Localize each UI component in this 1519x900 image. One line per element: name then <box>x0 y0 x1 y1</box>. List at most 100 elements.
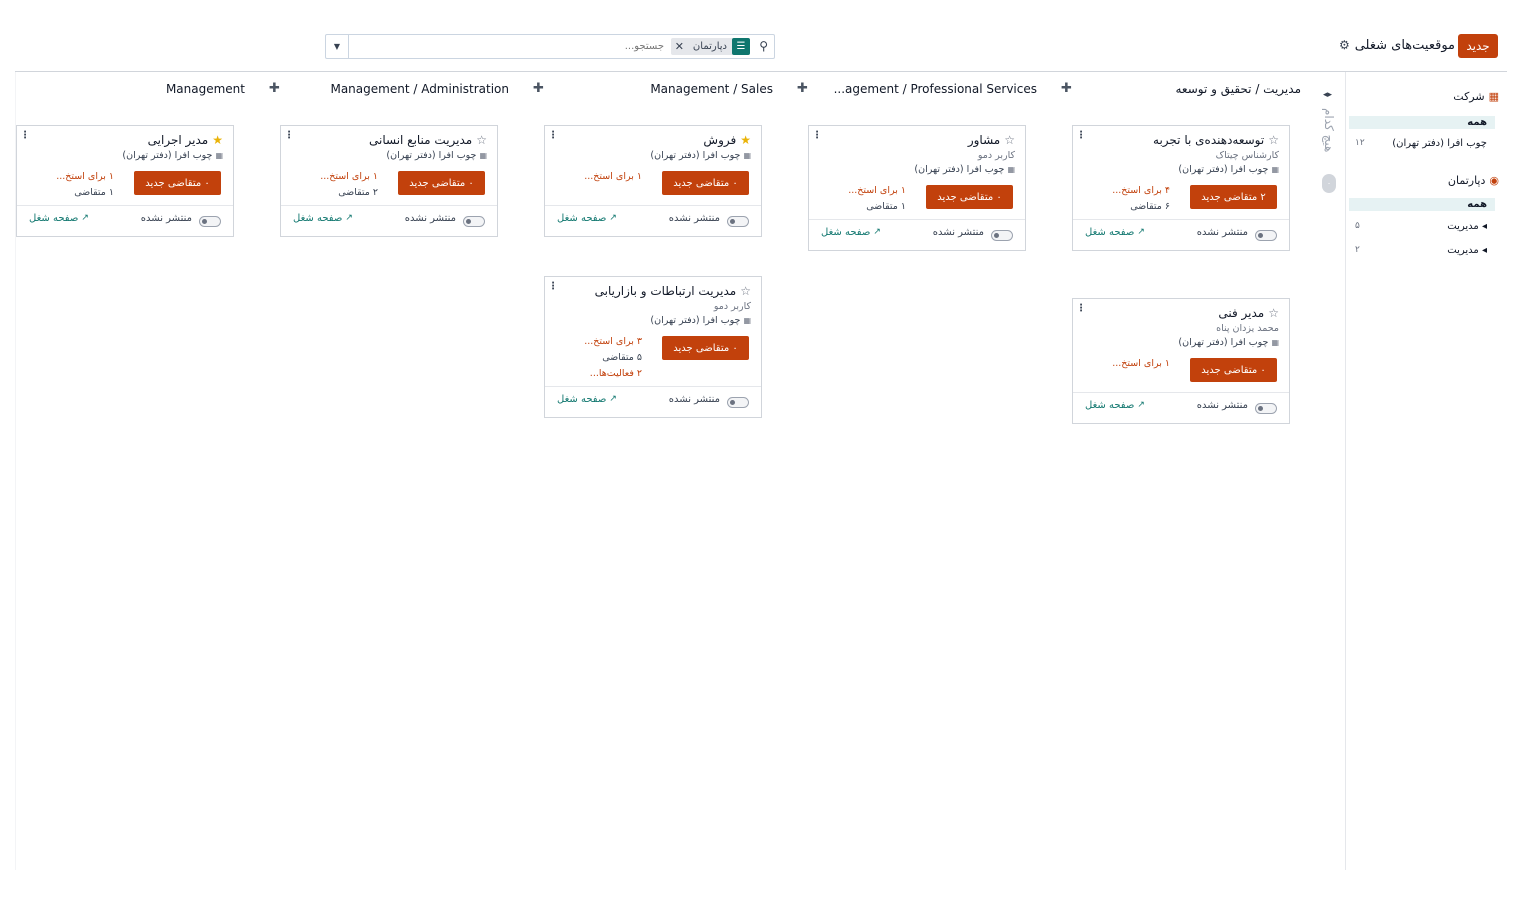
job-card[interactable]: ⋮ ☆ مدیریت منابع انسانی ▦ چوب افرا (دفتر ت… <box>280 125 498 237</box>
job-company: چوب افرا (دفتر تهران) <box>122 150 213 161</box>
caret-left-icon[interactable]: ◂ <box>1482 245 1487 256</box>
to-recruit-link[interactable]: ۱ برای استخ... <box>821 183 906 199</box>
sidebar-item-count: ۵ <box>1355 221 1360 231</box>
building-icon: ▦ <box>743 316 751 325</box>
sidebar-department-all[interactable]: همه <box>1349 198 1495 211</box>
external-link-icon: ↗ <box>873 227 881 237</box>
new-applicants-button[interactable]: ۰ متقاضی جدید <box>926 185 1013 209</box>
applicants-link[interactable]: ۱ متقاضی <box>821 199 906 215</box>
applicants-link[interactable]: ۱ متقاضی <box>29 185 114 201</box>
search-icon[interactable]: ⚲ <box>759 39 768 53</box>
sidebar-divider <box>1345 72 1346 870</box>
job-page-link[interactable]: ↗ صفحه شغل <box>557 213 617 224</box>
column-title: ...agement / Professional Services <box>833 82 1037 96</box>
publish-toggle[interactable] <box>1255 403 1277 414</box>
job-page-link[interactable]: ↗ صفحه شغل <box>557 394 617 405</box>
add-icon[interactable]: ✚ <box>1061 81 1072 96</box>
star-icon[interactable]: ☆ <box>1268 306 1279 320</box>
job-page-link[interactable]: ↗ صفحه شغل <box>1085 227 1145 238</box>
job-card[interactable]: ⋮ ★ مدیر اجرایی ▦ چوب افرا (دفتر تهران) ۰ … <box>16 125 234 237</box>
applicants-link[interactable]: ۲ متقاضی <box>293 185 378 201</box>
to-recruit-link[interactable]: ۱ برای استخ... <box>1085 356 1170 372</box>
sidebar-company-item[interactable]: چوب افرا (دفتر تهران) ۱۲ <box>1349 138 1495 152</box>
sidebar-department-item[interactable]: ◂ مدیریت ۵ <box>1349 221 1495 235</box>
job-card[interactable]: ⋮ ☆ مشاور کاربر دمو ▦ چوب افرا (دفتر تهران… <box>808 125 1026 251</box>
job-recruiter: کاربر دمو <box>977 150 1015 161</box>
app-root: جدید موقعیت‌های شغلی ⚙ ▼ ✕ دپارتمان ☰ ⚲ … <box>0 0 1519 900</box>
new-applicants-button[interactable]: ۰ متقاضی جدید <box>398 171 485 195</box>
sidebar-item-label: ◂ مدیریت <box>1447 245 1487 256</box>
new-applicants-button[interactable]: ۰ متقاضی جدید <box>662 336 749 360</box>
expand-column-icon[interactable]: ◂▸ <box>1323 90 1332 100</box>
folded-column-title[interactable]: هیچ کدام <box>1322 108 1336 152</box>
job-page-link[interactable]: ↗ صفحه شغل <box>1085 400 1145 411</box>
building-icon: ▦ <box>1271 338 1279 347</box>
publish-toggle[interactable] <box>199 216 221 227</box>
publish-toggle[interactable] <box>991 230 1013 241</box>
job-company: چوب افرا (دفتر تهران) <box>386 150 477 161</box>
sidebar-company-all[interactable]: همه <box>1349 116 1495 129</box>
publish-toggle[interactable] <box>727 216 749 227</box>
to-recruit-link[interactable]: ۳ برای استخ... <box>557 334 642 350</box>
search-input[interactable] <box>464 38 664 55</box>
star-filled-icon[interactable]: ★ <box>212 133 223 147</box>
job-card[interactable]: ⋮ ☆ مدیر فنی محمد یزدان پناه ▦ چوب افرا (د… <box>1072 298 1290 424</box>
new-applicants-button[interactable]: ۰ متقاضی جدید <box>1190 358 1277 382</box>
job-page-link[interactable]: ↗ صفحه شغل <box>821 227 881 238</box>
to-recruit-link[interactable]: ۱ برای استخ... <box>557 169 642 185</box>
publish-toggle[interactable] <box>1255 230 1277 241</box>
publish-toggle[interactable] <box>463 216 485 227</box>
external-link-icon: ↗ <box>81 213 89 223</box>
job-card[interactable]: ⋮ ☆ توسعه‌دهنده‌ی با تجربه کارشناس چیتاک … <box>1072 125 1290 251</box>
building-icon: ▦ <box>479 151 487 160</box>
star-icon[interactable]: ☆ <box>740 284 751 298</box>
job-company: چوب افرا (دفتر تهران) <box>1178 337 1269 348</box>
job-title: مدیریت منابع انسانی <box>368 133 473 147</box>
caret-left-icon[interactable]: ◂ <box>1482 221 1487 232</box>
users-icon: ◉ <box>1489 174 1499 187</box>
sidebar-department-item[interactable]: ◂ مدیریت ۲ <box>1349 245 1495 259</box>
building-icon: ▦ <box>1271 165 1279 174</box>
publish-toggle[interactable] <box>727 397 749 408</box>
gear-icon[interactable]: ⚙ <box>1339 38 1350 52</box>
search-bar: ▼ ✕ دپارتمان ☰ ⚲ <box>325 34 775 59</box>
add-icon[interactable]: ✚ <box>533 81 544 96</box>
sidebar-department-heading: ◉ دپارتمان <box>1448 174 1499 187</box>
star-filled-icon[interactable]: ★ <box>740 133 751 147</box>
to-recruit-link[interactable]: ۱ برای استخ... <box>293 169 378 185</box>
sidebar-item-count: ۱۲ <box>1355 138 1365 148</box>
column-title: Management <box>165 82 245 96</box>
job-page-link[interactable]: ↗ صفحه شغل <box>29 213 89 224</box>
applicants-link[interactable]: ۵ متقاضی <box>557 350 642 366</box>
add-icon[interactable]: ✚ <box>269 81 280 96</box>
new-applicants-button[interactable]: ۲ متقاضی جدید <box>1190 185 1277 209</box>
job-page-link[interactable]: ↗ صفحه شغل <box>293 213 353 224</box>
publish-status: منتشر نشده <box>668 213 720 224</box>
publish-status: منتشر نشده <box>140 213 192 224</box>
job-title: مدیر فنی <box>1218 306 1265 320</box>
new-applicants-button[interactable]: ۰ متقاضی جدید <box>134 171 221 195</box>
building-icon: ▦ <box>215 151 223 160</box>
new-applicants-button[interactable]: ۰ متقاضی جدید <box>662 171 749 195</box>
external-link-icon: ↗ <box>1137 227 1145 237</box>
external-link-icon: ↗ <box>1137 400 1145 410</box>
page-title: موقعیت‌های شغلی <box>1354 38 1455 53</box>
new-button[interactable]: جدید <box>1458 34 1498 58</box>
star-icon[interactable]: ☆ <box>1004 133 1015 147</box>
add-icon[interactable]: ✚ <box>797 81 808 96</box>
publish-status: منتشر نشده <box>668 394 720 405</box>
building-icon: ▦ <box>1488 90 1499 103</box>
bottom-area <box>0 870 1519 900</box>
job-card[interactable]: ⋮ ☆ مدیریت ارتباطات و بازاریابی کاربر دمو… <box>544 276 762 418</box>
to-recruit-link[interactable]: ۱ برای استخ... <box>29 169 114 185</box>
close-icon[interactable]: ✕ <box>671 40 688 53</box>
applicants-link[interactable]: ۶ متقاضی <box>1085 199 1170 215</box>
star-icon[interactable]: ☆ <box>1268 133 1279 147</box>
search-options-toggle[interactable]: ▼ <box>326 35 349 58</box>
to-recruit-link[interactable]: ۴ برای استخ... <box>1085 183 1170 199</box>
star-icon[interactable]: ☆ <box>476 133 487 147</box>
folded-column-count: ۰ <box>1322 174 1336 193</box>
job-card[interactable]: ⋮ ★ فروش ▦ چوب افرا (دفتر تهران) ۰ متقاضی … <box>544 125 762 237</box>
column-title: Management / Sales <box>650 82 773 96</box>
activities-link[interactable]: ۲ فعالیت‌ها... <box>557 366 642 382</box>
